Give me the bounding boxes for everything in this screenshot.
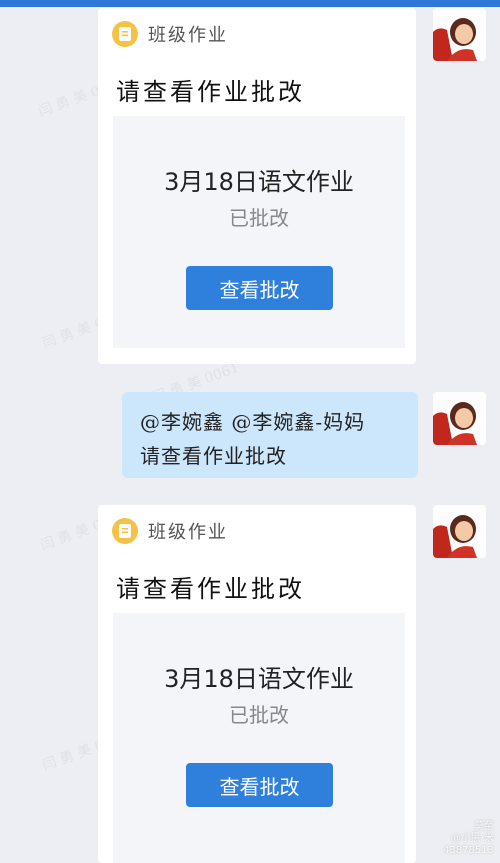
app-name: 班级作业 [148, 25, 228, 46]
message-line: 请查看作业批改 [140, 444, 287, 468]
assignment-status: 已批改 [229, 206, 289, 230]
assignment-panel: 3月18日语文作业 已批改 查看批改 [113, 116, 405, 348]
homework-app-icon [112, 518, 138, 544]
homework-card[interactable]: 班级作业 请查看作业批改 3月18日语文作业 已批改 查看批改 [98, 505, 416, 863]
homework-app-icon [112, 21, 138, 47]
card-header: 班级作业 [112, 20, 228, 48]
assignment-title: 3月18日语文作业 [164, 168, 354, 196]
card-header: 班级作业 [112, 517, 228, 545]
message-line: @李婉鑫 @李婉鑫-妈妈 [140, 410, 366, 434]
view-correction-button[interactable]: 查看批改 [186, 266, 333, 310]
homework-card[interactable]: 班级作业 请查看作业批改 3月18日语文作业 已批改 查看批改 [98, 8, 416, 364]
user-avatar-icon[interactable] [433, 392, 486, 445]
source-watermark-line: 43878513 [443, 845, 494, 856]
card-title: 请查看作业批改 [116, 78, 305, 106]
assignment-status: 已批改 [229, 703, 289, 727]
app-name: 班级作业 [148, 522, 228, 543]
user-avatar-icon[interactable] [433, 505, 486, 558]
message-bubble[interactable]: @李婉鑫 @李婉鑫-妈妈 请查看作业批改 [122, 392, 418, 478]
user-avatar-icon[interactable] [433, 8, 486, 61]
card-title: 请查看作业批改 [116, 575, 305, 603]
assignment-panel: 3月18日语文作业 已批改 查看批改 [113, 613, 405, 863]
assignment-title: 3月18日语文作业 [164, 665, 354, 693]
source-watermark-line: @小黑·米 [450, 833, 494, 844]
view-correction-button[interactable]: 查看批改 [186, 763, 333, 807]
source-watermark-line: 莫至 [474, 821, 494, 832]
source-watermark: 莫至 @小黑·米 43878513 [443, 821, 494, 857]
top-bar [0, 0, 500, 7]
